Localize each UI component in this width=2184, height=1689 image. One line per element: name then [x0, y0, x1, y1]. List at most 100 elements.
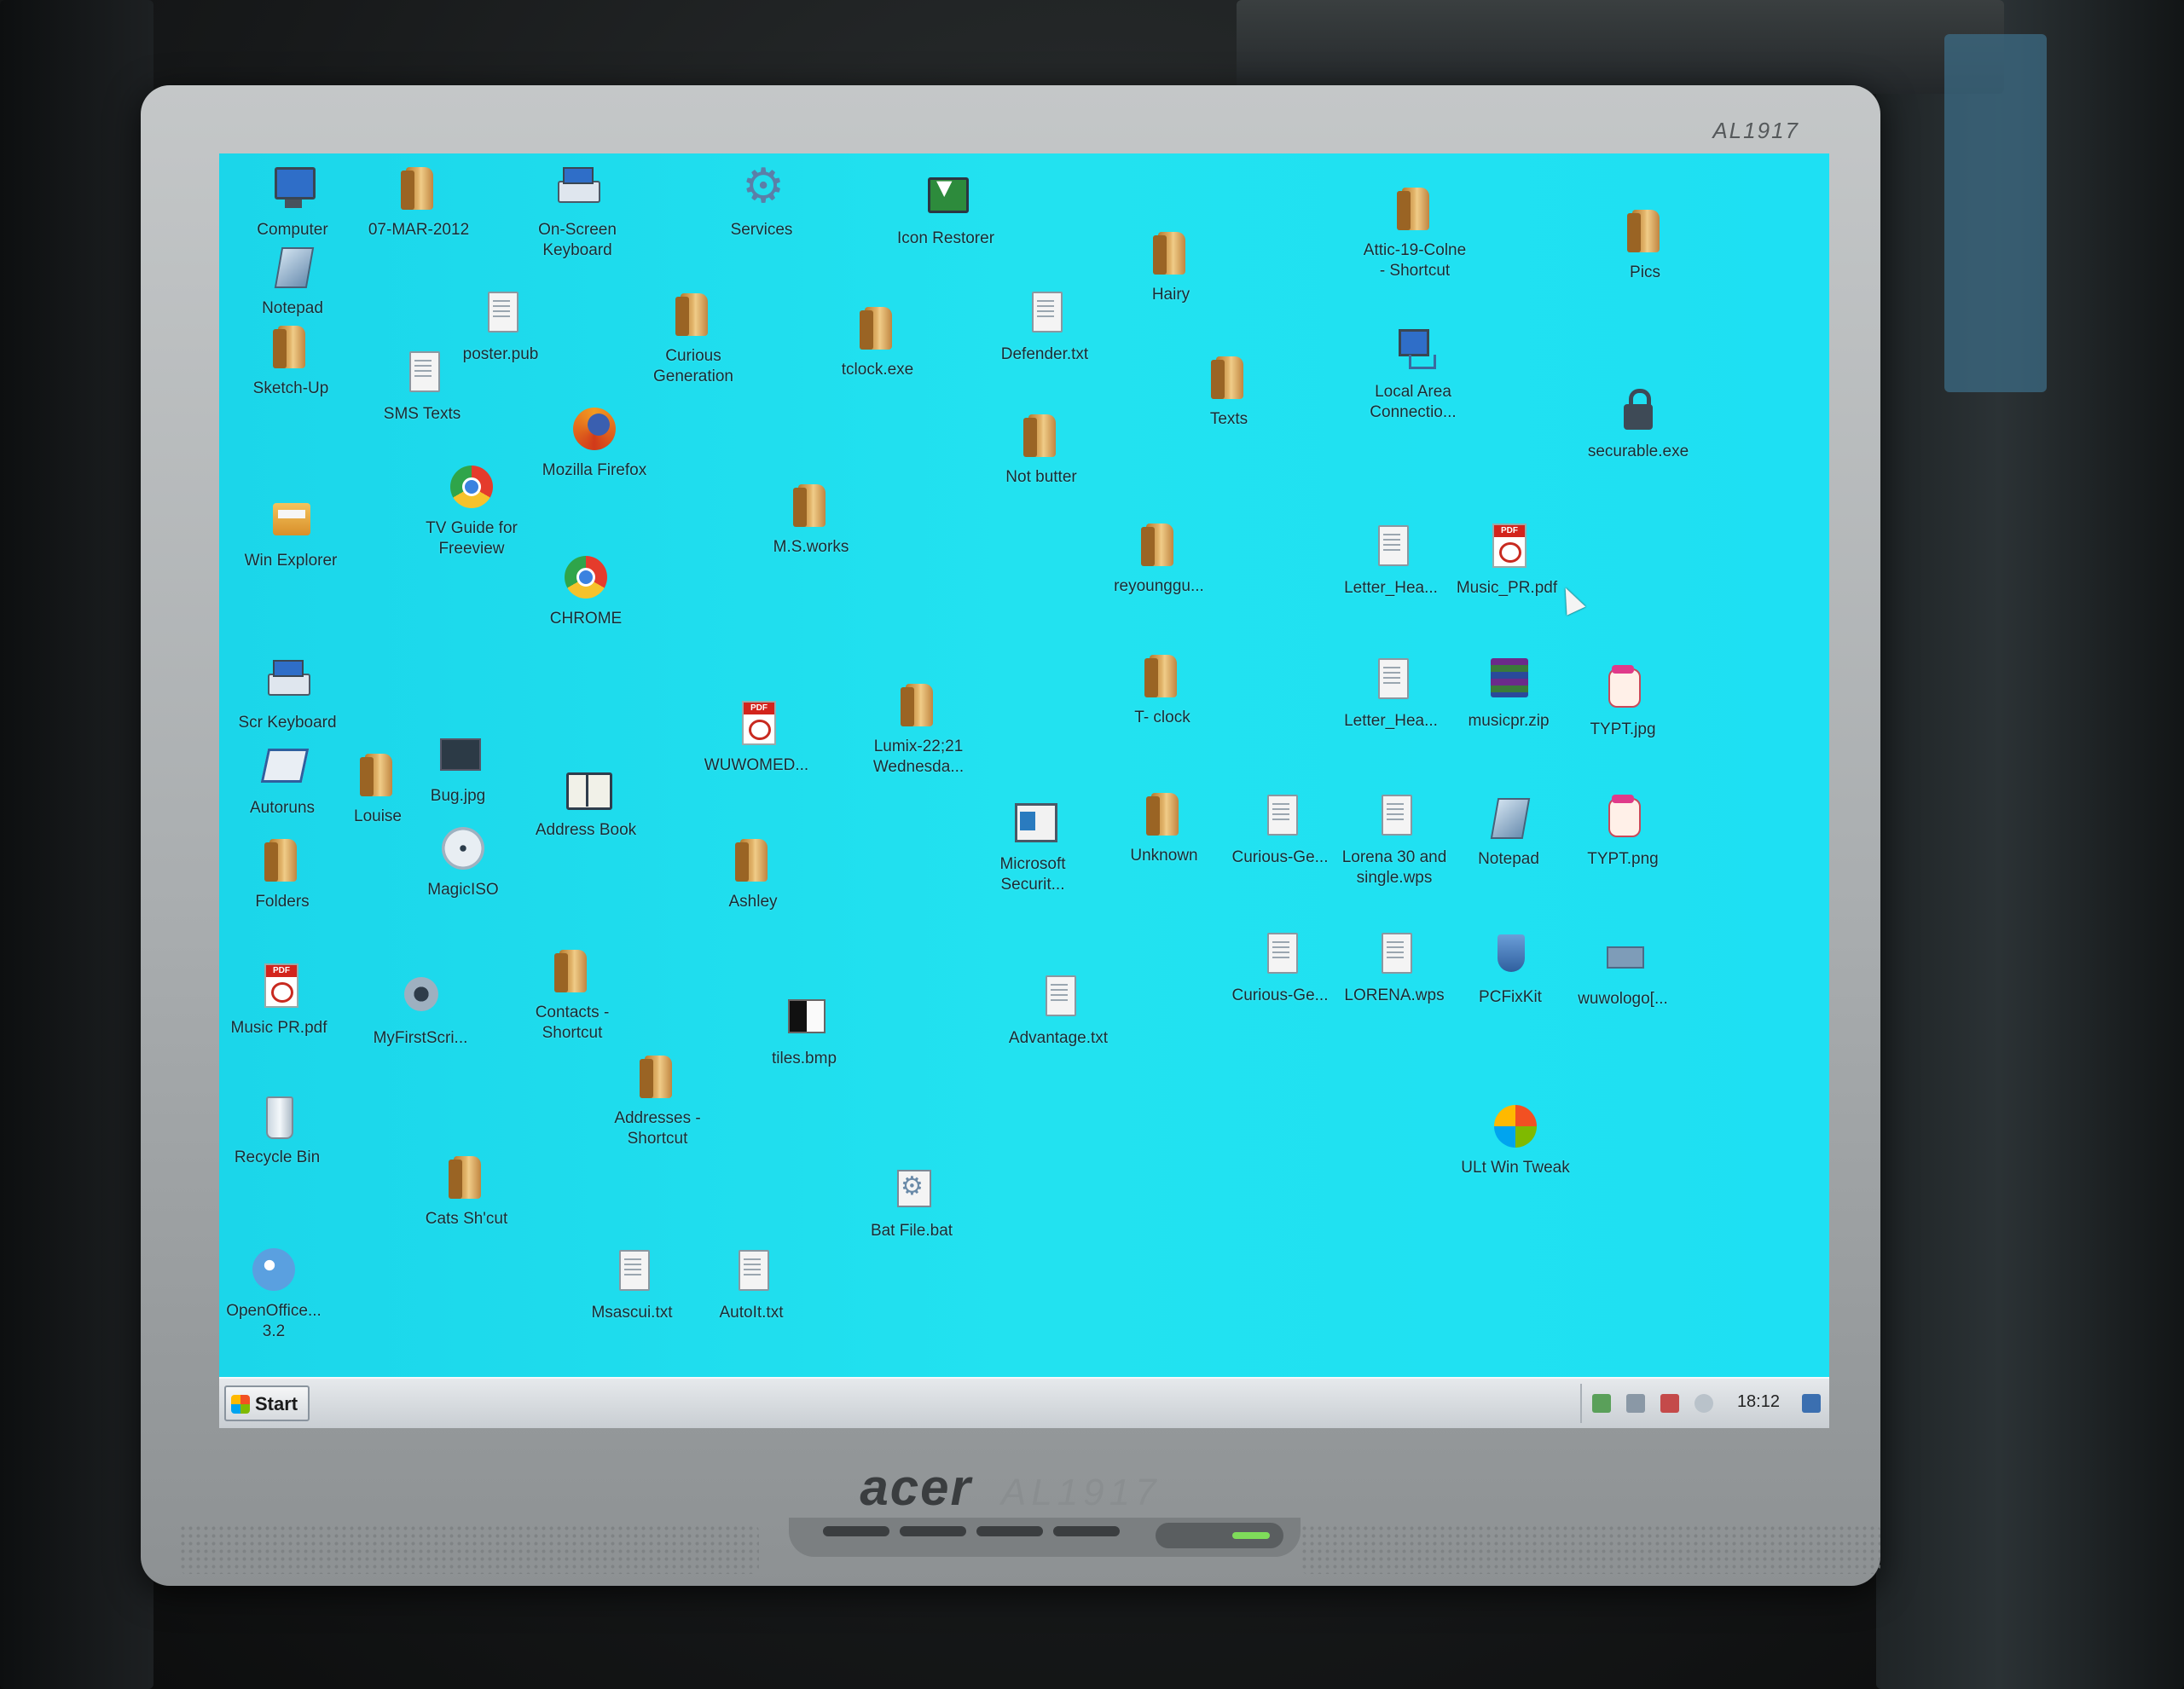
monitor-minus-button[interactable]: [900, 1526, 966, 1536]
desktop-icon-typt-png[interactable]: TYPT.png: [1551, 793, 1694, 870]
icon-label: Sketch-Up: [252, 379, 329, 397]
image-icon: [435, 730, 481, 779]
desktop-icon-cats[interactable]: Cats Sh'cut: [395, 1153, 538, 1229]
script-icon: [397, 972, 443, 1021]
desktop-icon-typt-jpg[interactable]: TYPT.jpg: [1551, 663, 1694, 740]
speaker-grille-right: [1301, 1524, 1880, 1574]
desktop-icon-advantage[interactable]: Advantage.txt: [987, 972, 1130, 1049]
chrome-icon: [450, 466, 493, 508]
folder-icon: [1136, 520, 1182, 570]
icon-label: tclock.exe: [841, 361, 914, 379]
monitor-auto-button[interactable]: [1053, 1526, 1120, 1536]
icon-label: 07-MAR-2012: [368, 221, 470, 239]
desktop-icon-chrome[interactable]: CHROME: [514, 552, 658, 629]
icon-label: Texts: [1209, 410, 1248, 428]
text-file-icon: [728, 1247, 774, 1296]
icon-label: Addresses - Shortcut: [614, 1109, 701, 1148]
desktop-icon-tiles[interactable]: tiles.bmp: [733, 992, 876, 1069]
desktop-icon-sketchup[interactable]: Sketch-Up: [219, 322, 362, 399]
system-tray: 18:12: [1580, 1384, 1829, 1423]
desktop-icon-reyounggu[interactable]: reyounggu...: [1087, 520, 1231, 597]
network-tray-icon[interactable]: [1592, 1394, 1611, 1413]
notepad-icon: [1486, 793, 1532, 842]
start-button[interactable]: Start: [224, 1385, 310, 1421]
folder-icon: [396, 164, 442, 213]
monitor-menu-button[interactable]: [823, 1526, 889, 1536]
monitor-power-button[interactable]: [1156, 1523, 1283, 1548]
security-app-icon: [1010, 798, 1057, 847]
desktop-icon-bat-file[interactable]: Bat File.bat: [840, 1165, 983, 1241]
folder-icon: [634, 1052, 681, 1102]
monitor-plus-button[interactable]: [976, 1526, 1043, 1536]
windows-flag-icon: [231, 1395, 250, 1414]
desktop-icon-not-butter[interactable]: Not butter: [970, 411, 1113, 488]
desktop-icon-icon-restorer[interactable]: Icon Restorer: [874, 172, 1017, 249]
icon-label: TYPT.jpg: [1590, 720, 1656, 738]
desktop-icon-address-book[interactable]: Address Book: [514, 764, 658, 841]
folder-icon: [895, 680, 941, 730]
desktop-icon-bug[interactable]: Bug.jpg: [386, 730, 530, 807]
desktop-icon-tv-guide[interactable]: TV Guide for Freeview: [400, 462, 543, 559]
desktop-icon-openoffice[interactable]: OpenOffice... 3.2: [219, 1245, 345, 1342]
icon-label: Attic-19-Colne - Shortcut: [1363, 241, 1467, 280]
safely-remove-tray-icon[interactable]: [1626, 1394, 1645, 1413]
desktop-icon-folders[interactable]: Folders: [219, 836, 354, 912]
desktop-icon-microsoft-security[interactable]: Microsoft Securit...: [961, 798, 1104, 895]
desktop-icon-tclock-folder[interactable]: T- clock: [1091, 651, 1234, 728]
text-file-icon: [1035, 972, 1081, 1021]
openoffice-icon: [252, 1248, 295, 1291]
document-icon: [1257, 791, 1303, 841]
desktop-icon-onscreen-keyboard[interactable]: On-Screen Keyboard: [506, 164, 649, 261]
pdf-icon: [256, 962, 302, 1011]
desktop-icon-pics[interactable]: Pics: [1573, 206, 1717, 283]
desktop-icon-services[interactable]: Services: [690, 159, 833, 240]
desktop-icon-scr-keyboard[interactable]: Scr Keyboard: [219, 657, 359, 733]
brand-logo: acer: [860, 1459, 972, 1516]
icon-label: Scr Keyboard: [238, 714, 337, 732]
desktop-icon-date-folder[interactable]: 07-MAR-2012: [347, 164, 490, 240]
show-desktop-icon[interactable]: [1802, 1394, 1821, 1413]
desktop-icon-tclock[interactable]: tclock.exe: [806, 304, 949, 380]
desktop-icon-computer[interactable]: Computer: [221, 164, 364, 240]
desktop-icon-wuwomed[interactable]: WUWOMED...: [685, 699, 828, 776]
desktop-icon-magiciso[interactable]: MagicISO: [391, 824, 535, 900]
background-equipment-left: [0, 0, 154, 1689]
desktop-icon-msworks[interactable]: M.S.works: [739, 481, 883, 558]
desktop-icon-contacts[interactable]: Contacts - Shortcut: [501, 946, 644, 1044]
desktop-icon-securable[interactable]: securable.exe: [1567, 385, 1710, 462]
folder-icon: [1148, 228, 1194, 278]
desktop-icon-texts[interactable]: Texts: [1157, 353, 1301, 430]
desktop-icon-wuwologo[interactable]: wuwologo[...: [1551, 933, 1694, 1009]
desktop-icon-hairy[interactable]: Hairy: [1099, 228, 1243, 305]
power-tray-icon[interactable]: [1694, 1394, 1713, 1413]
desktop-icon-music-pr-pdf-right[interactable]: Music_PR.pdf: [1435, 522, 1579, 599]
icon-label: TYPT.png: [1587, 850, 1659, 868]
desktop-icon-ult-win-tweak[interactable]: ULt Win Tweak: [1444, 1102, 1587, 1178]
desktop-icon-attic[interactable]: Attic-19-Colne - Shortcut: [1343, 184, 1486, 281]
icon-label: Advantage.txt: [1008, 1029, 1109, 1047]
desktop-icon-firefox[interactable]: Mozilla Firefox: [523, 404, 666, 481]
desktop-icon-curious-generation[interactable]: Curious Generation: [622, 290, 765, 387]
firefox-icon: [573, 408, 616, 450]
desktop-icon-autoit[interactable]: AutoIt.txt: [680, 1247, 823, 1323]
icon-label: CHROME: [549, 610, 623, 628]
folder-icon: [670, 290, 716, 339]
icon-label: Local Area Connectio...: [1370, 383, 1457, 421]
desktop-icon-ashley[interactable]: Ashley: [681, 836, 825, 912]
desktop-icon-win-explorer[interactable]: Win Explorer: [219, 495, 362, 571]
desktop-icon-notepad[interactable]: Notepad: [221, 242, 364, 319]
desktop-icon-defender[interactable]: Defender.txt: [973, 288, 1116, 365]
desktop-icon-lumix[interactable]: Lumix-22;21 Wednesda...: [847, 680, 990, 778]
desktop-icon-local-area[interactable]: Local Area Connectio...: [1341, 326, 1485, 423]
desktop-icon-recycle-bin[interactable]: Recycle Bin: [219, 1091, 349, 1168]
desktop-icon-addresses[interactable]: Addresses - Shortcut: [586, 1052, 729, 1149]
desktop-icon-music-pr-pdf[interactable]: Music PR.pdf: [219, 962, 350, 1038]
taskbar-clock[interactable]: 18:12: [1737, 1392, 1780, 1412]
desktop-icon-myfirstscript[interactable]: MyFirstScri...: [349, 972, 492, 1049]
desktop-icon-poster[interactable]: poster.pub: [429, 288, 572, 365]
volume-icon[interactable]: [1660, 1394, 1679, 1413]
taskbar: Start 18:12: [219, 1377, 1829, 1428]
keyboard-icon: [264, 657, 310, 706]
lock-icon: [1615, 385, 1661, 435]
icon-label: Cats Sh'cut: [425, 1210, 508, 1228]
